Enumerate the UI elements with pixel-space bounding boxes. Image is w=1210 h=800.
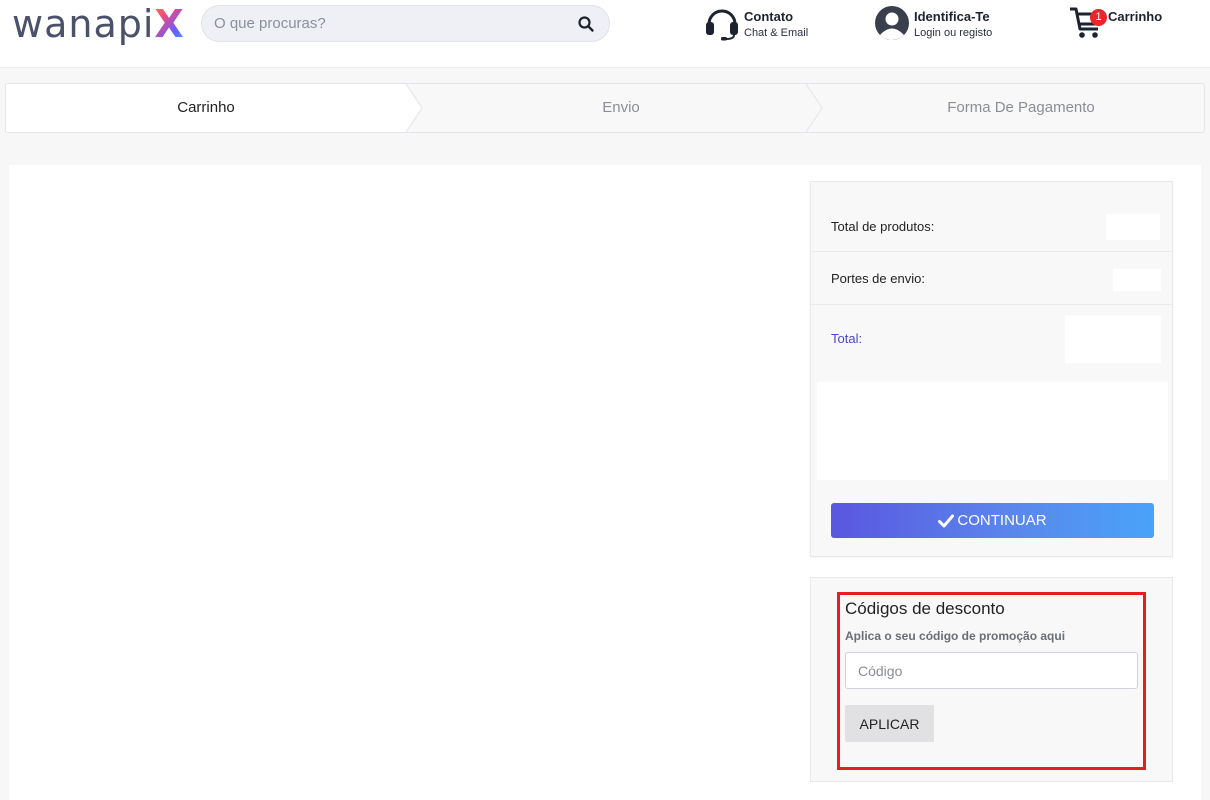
shopping-cart-icon: 1 (1068, 5, 1107, 41)
total-label: Total: (831, 331, 863, 346)
site-header: wanapiX Contato Chat & Email (0, 0, 1210, 68)
logo-text: wanapi (12, 2, 155, 46)
cart-link[interactable]: 1 Carrinho (1068, 5, 1162, 41)
account-subtitle: Login ou registo (914, 27, 993, 39)
apply-button[interactable]: APLICAR (845, 705, 934, 742)
summary-row-products: Total de produtos: (811, 182, 1172, 252)
total-value (1065, 315, 1161, 363)
search-bar (201, 5, 610, 42)
headset-icon (704, 5, 740, 41)
step-separator-1 (406, 84, 423, 132)
contact-link[interactable]: Contato Chat & Email (704, 5, 808, 41)
search-input[interactable] (214, 6, 564, 41)
products-total-label: Total de produtos: (831, 219, 935, 234)
account-link[interactable]: Identifica-Te Login ou registo (874, 5, 992, 41)
summary-blank-panel (817, 382, 1168, 480)
summary-row-total: Total: (811, 305, 1172, 377)
shipping-label: Portes de envio: (831, 271, 925, 286)
continue-label: CONTINUAR (957, 512, 1047, 529)
step-forma-de-pagamento[interactable]: Forma De Pagamento (821, 84, 1204, 132)
discount-code-input[interactable] (845, 652, 1138, 689)
continue-button[interactable]: CONTINUAR (831, 503, 1154, 538)
logo-x: X (154, 2, 185, 46)
cart-count-badge: 1 (1090, 9, 1107, 26)
step-carrinho[interactable]: Carrinho (6, 84, 406, 132)
discount-subtitle: Aplica o seu código de promoção aqui (845, 629, 1066, 643)
step-envio[interactable]: Envio (421, 84, 821, 132)
check-icon (938, 514, 955, 527)
user-avatar-icon (874, 5, 910, 41)
search-icon[interactable] (577, 15, 595, 33)
cart-title: Carrinho (1108, 9, 1163, 24)
checkout-steps: Carrinho Envio Forma De Pagamento (5, 83, 1205, 133)
wanapix-logo[interactable]: wanapi X (12, 2, 185, 46)
products-total-value (1106, 214, 1160, 240)
step-separator-2 (806, 84, 823, 132)
contact-title: Contato (744, 9, 794, 24)
contact-subtitle: Chat & Email (744, 27, 809, 39)
account-title: Identifica-Te (914, 9, 990, 24)
summary-row-shipping: Portes de envio: (811, 252, 1172, 305)
shipping-value (1113, 269, 1161, 291)
discount-title: Códigos de desconto (845, 599, 1005, 618)
discount-codes-panel: Códigos de desconto Aplica o seu código … (810, 577, 1173, 782)
order-summary: Total de produtos: Portes de envio: Tota… (810, 181, 1173, 557)
